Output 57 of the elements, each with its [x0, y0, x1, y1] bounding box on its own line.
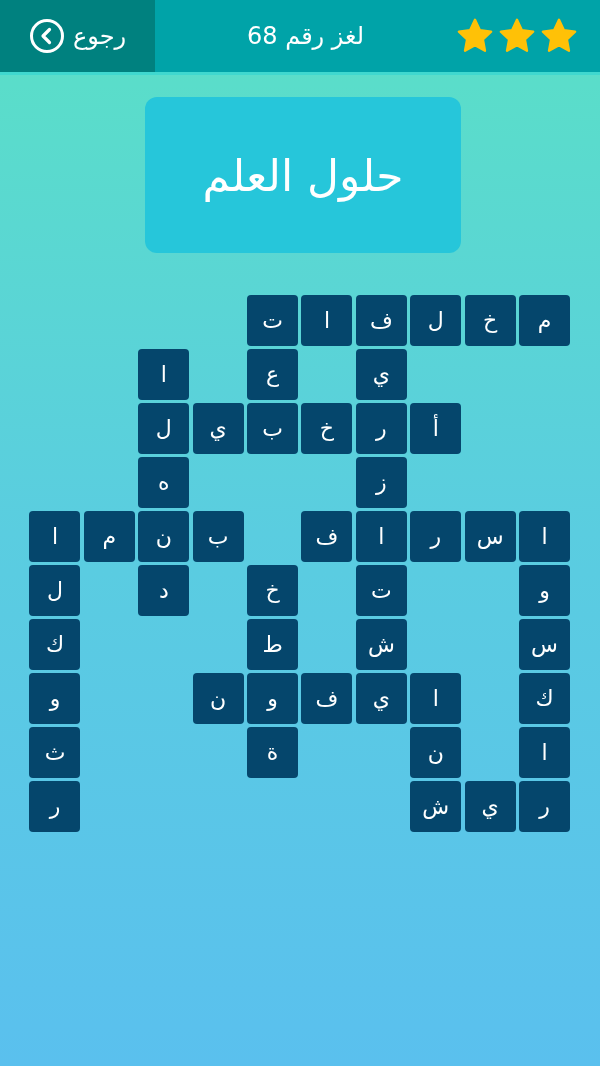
letter-tile: ف [301, 511, 353, 562]
letter-tile: خ [464, 295, 516, 346]
letter-tile: ط [247, 619, 299, 670]
letter-tile: ا [410, 673, 462, 724]
letter-tile: ا [519, 511, 570, 562]
letter-tile: ن [192, 673, 244, 724]
letter-tile: ت [247, 295, 299, 346]
letter-tile: ة [247, 727, 299, 778]
letter-tile: ز [355, 457, 407, 508]
letter-tile: ر [29, 781, 81, 832]
letter-tile: د [138, 565, 190, 616]
letter-tile: ا [355, 511, 407, 562]
letter-tile: ف [301, 673, 353, 724]
letter-tile: أ [410, 403, 462, 454]
letter-tile: م [83, 511, 135, 562]
chevron-left-circle-icon [28, 18, 65, 54]
letter-tile: و [519, 565, 570, 616]
letter-tile: ت [355, 565, 407, 616]
letter-tile: ه [138, 457, 190, 508]
letter-tile: ش [410, 781, 462, 832]
letter-tile: ث [29, 727, 81, 778]
letter-tile: ي [464, 781, 516, 832]
letter-tile: ب [247, 403, 299, 454]
letter-tile: ش [355, 619, 407, 670]
letter-tile: ع [247, 349, 299, 400]
letter-tile: ك [519, 673, 570, 724]
star-icon [456, 17, 494, 55]
letter-tile: ب [192, 511, 244, 562]
letter-tile: و [247, 673, 299, 724]
letter-tile: ل [29, 565, 81, 616]
letter-tile: م [519, 295, 570, 346]
puzzle-title: لغز رقم 68 [246, 22, 365, 50]
letter-tile: ا [519, 727, 570, 778]
letter-tile: ر [519, 781, 570, 832]
letter-tile: ر [355, 403, 407, 454]
letter-tile: ا [29, 511, 81, 562]
letter-tile: ل [138, 403, 190, 454]
letter-tile: خ [247, 565, 299, 616]
letter-tile: ي [355, 673, 407, 724]
letter-tile: خ [301, 403, 353, 454]
letter-tile: ر [410, 511, 462, 562]
letter-tile: س [519, 619, 570, 670]
letter-tile: ي [192, 403, 244, 454]
letter-tile: ف [355, 295, 407, 346]
letter-tile: ن [410, 727, 462, 778]
letter-tile: ك [29, 619, 81, 670]
letter-tile: و [29, 673, 81, 724]
letter-tile: ن [138, 511, 190, 562]
letter-tile: ا [138, 349, 190, 400]
letter-tile: ل [410, 295, 462, 346]
letter-tile: ا [301, 295, 353, 346]
star-icon [498, 17, 536, 55]
letter-tile: س [464, 511, 516, 562]
clue-card: حلول العلم [145, 97, 461, 253]
back-button[interactable]: رجوع [0, 0, 155, 72]
letter-tile: ي [355, 349, 407, 400]
star-icon [540, 17, 578, 55]
